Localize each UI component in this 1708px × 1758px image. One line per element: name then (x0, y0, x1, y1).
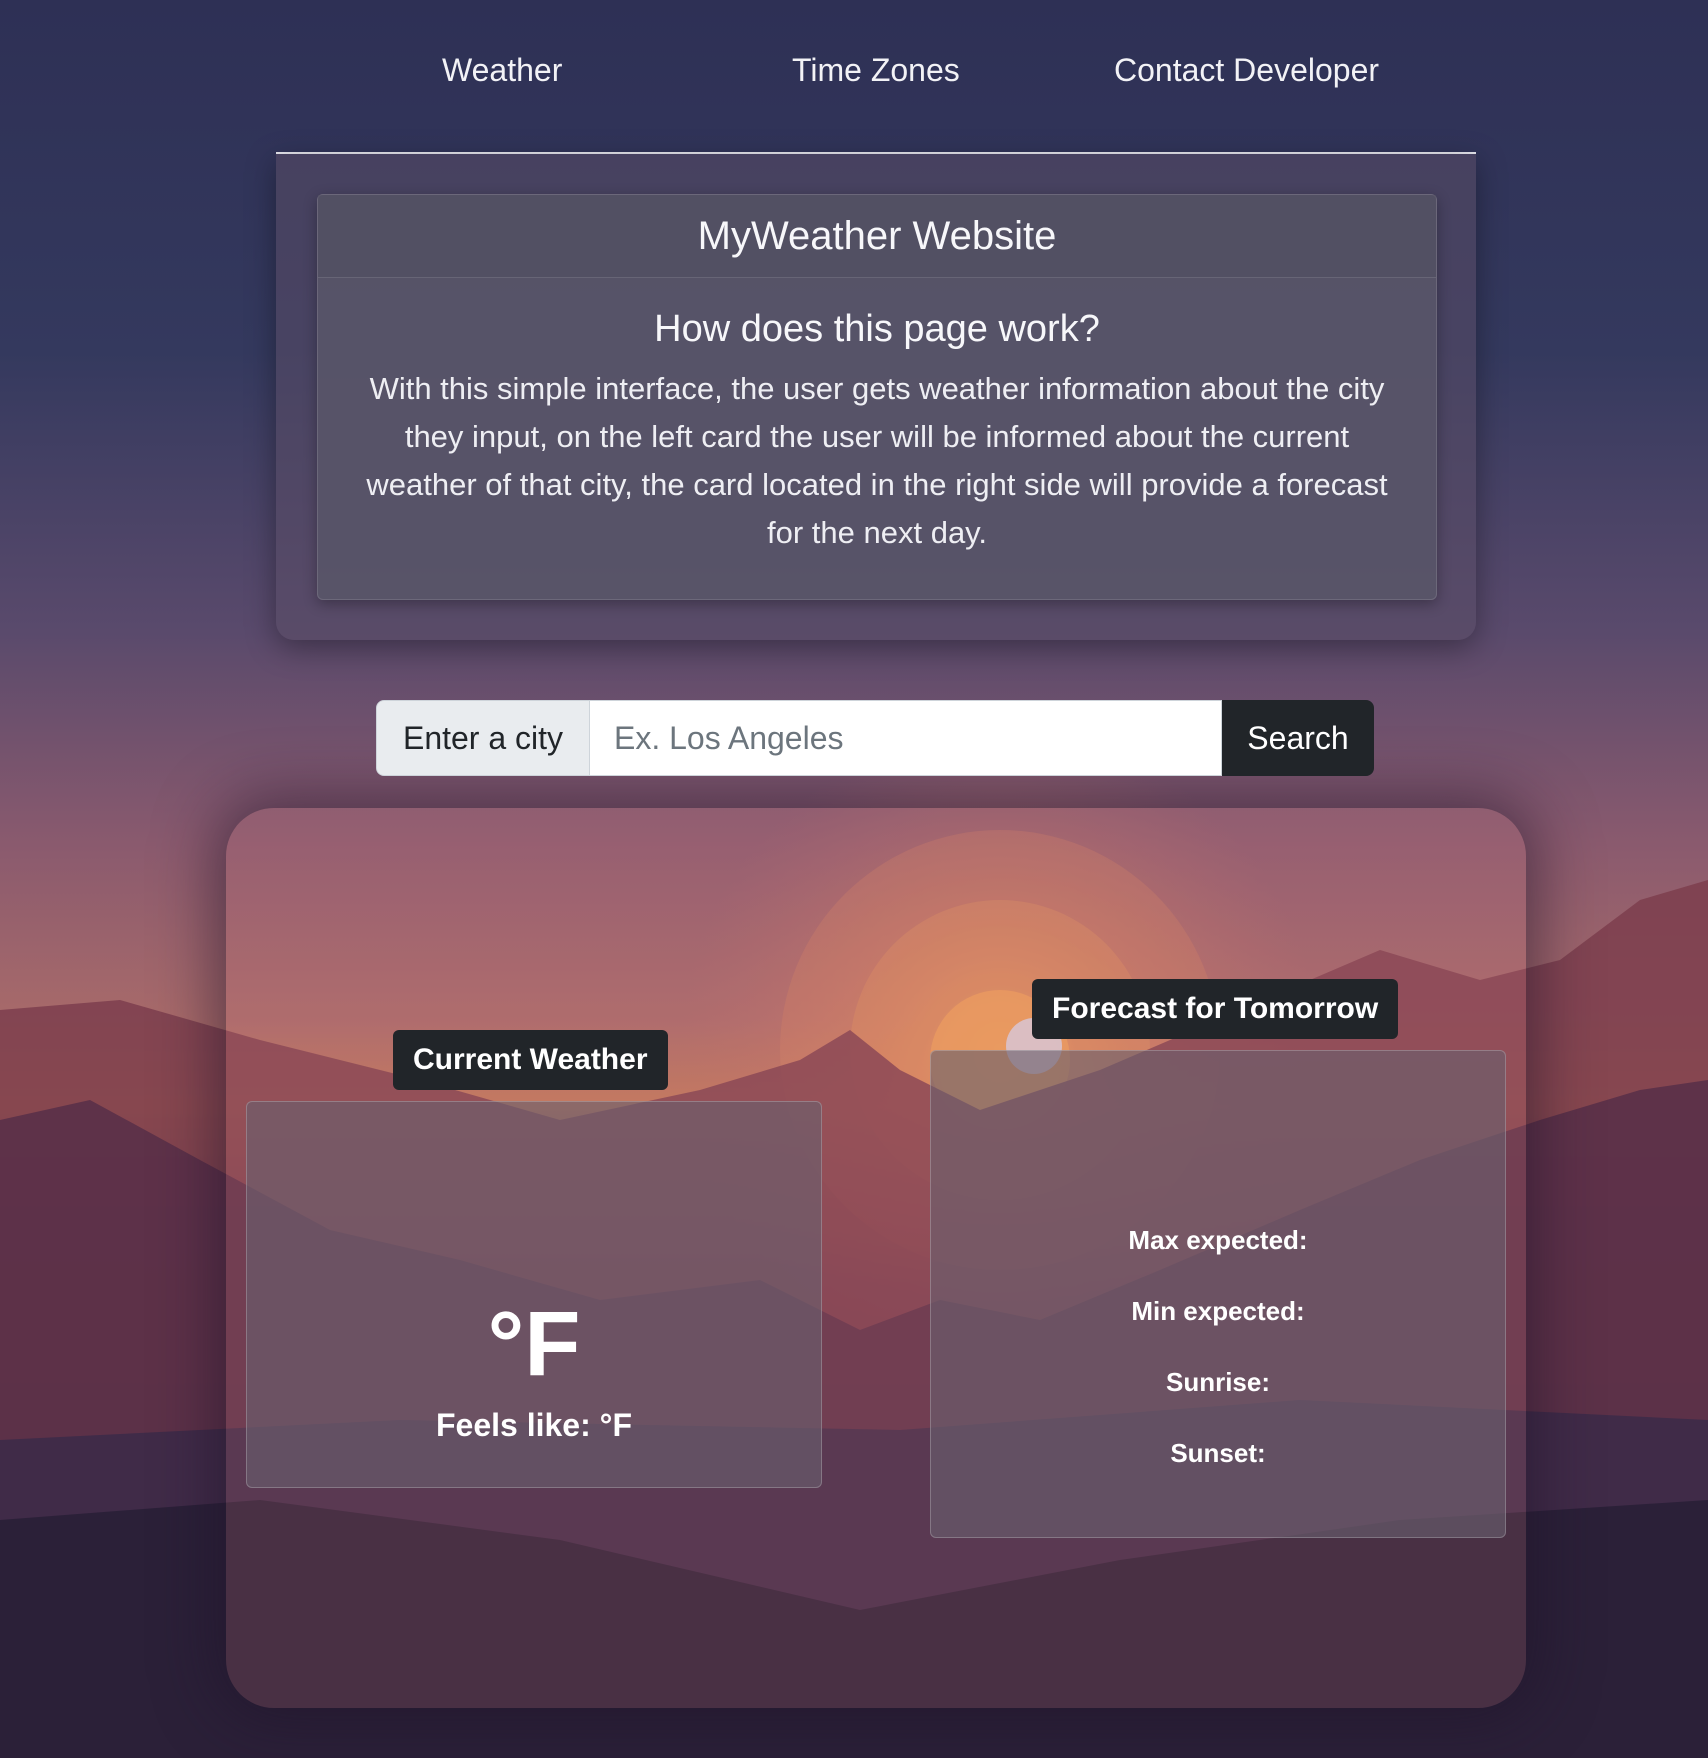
intro-card-header: MyWeather Website (318, 195, 1436, 278)
forecast-sunset: Sunset: (1170, 1438, 1266, 1468)
feels-like-temperature: Feels like: °F (436, 1407, 632, 1443)
forecast-min: Min expected: (1131, 1296, 1305, 1326)
top-navigation: Weather Time Zones Contact Developer (276, 0, 1476, 154)
current-temperature: °F (487, 1293, 581, 1395)
city-search-group: Enter a city Search (376, 700, 1376, 776)
intro-title: How does this page work? (654, 308, 1100, 350)
forecast-badge: Forecast for Tomorrow (1032, 979, 1399, 1039)
nav-link-time-zones[interactable]: Time Zones (792, 52, 960, 89)
intro-section: MyWeather Website How does this page wor… (276, 154, 1476, 640)
current-weather-badge: Current Weather (393, 1030, 668, 1090)
forecast-max: Max expected: (1128, 1225, 1308, 1255)
intro-description: With this simple interface, the user get… (366, 371, 1388, 550)
forecast-sunrise: Sunrise: (1165, 1367, 1271, 1397)
nav-link-weather[interactable]: Weather (442, 52, 562, 89)
intro-card-body: How does this page work? With this simpl… (318, 308, 1436, 557)
current-weather-card: °F Feels like: °F (246, 1101, 822, 1488)
intro-card: MyWeather Website How does this page wor… (317, 194, 1437, 600)
search-button[interactable]: Search (1222, 700, 1374, 776)
city-input-label: Enter a city (376, 700, 590, 776)
city-search-input[interactable] (590, 700, 1222, 776)
nav-link-contact-developer[interactable]: Contact Developer (1114, 52, 1379, 89)
forecast-card: Max expected: Min expected: Sunrise: Sun… (930, 1050, 1506, 1538)
